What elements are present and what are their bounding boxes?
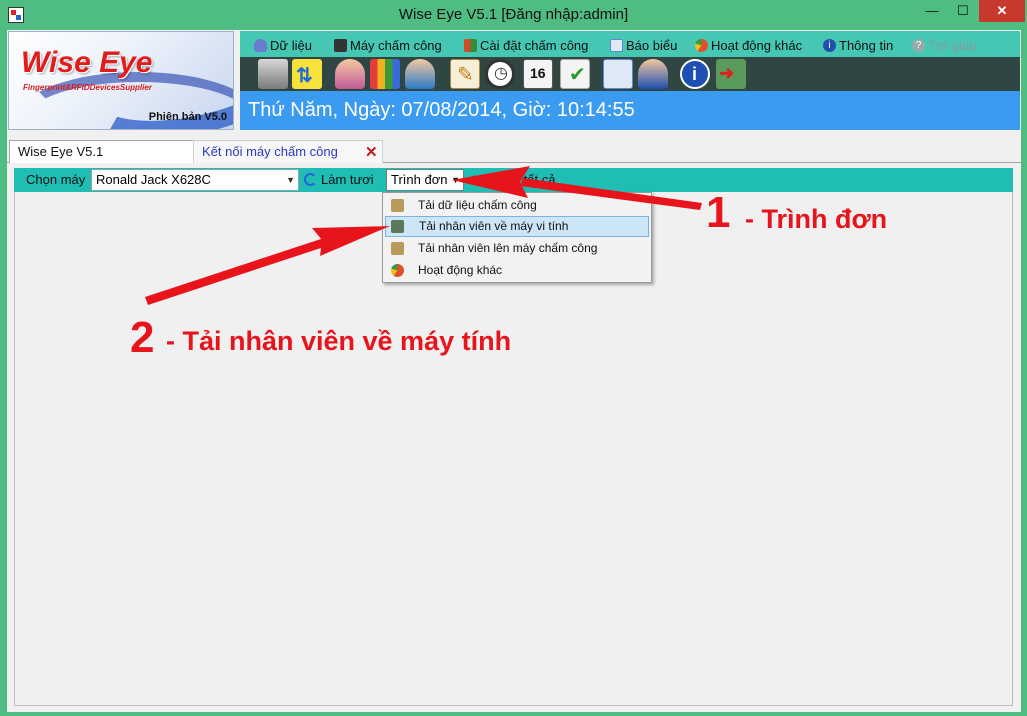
tab-close-icon[interactable]: ✕ [365, 143, 378, 161]
bar-chart-icon[interactable] [370, 59, 400, 89]
annotation-number-1: 1 [706, 188, 731, 237]
device-icon [334, 38, 347, 52]
employee-icon[interactable] [335, 59, 365, 89]
about-info-icon[interactable]: i [680, 59, 710, 89]
menu-dropdown-button[interactable]: Trình đơn ▼ [386, 169, 464, 191]
settings-grid-icon [464, 38, 477, 52]
menu-item-label: Hoạt động khác [418, 263, 503, 277]
calendar-icon[interactable]: 16 [523, 59, 553, 89]
maximize-button[interactable]: ☐ [948, 0, 978, 22]
connection-toolbar: Chọn máy Ronald Jack X628C ▼ Làm tươi Tr… [14, 168, 1013, 192]
machine-select-value: Ronald Jack X628C [96, 172, 211, 187]
choose-machine-label: Chọn máy [26, 172, 86, 187]
fingerprint-device-icon[interactable] [258, 59, 288, 89]
datetime-display: Thứ Năm, Ngày: 07/08/2014, Giờ: 10:14:55 [240, 91, 1020, 130]
menu-dropdown: Tải dữ liệu chấm công Tải nhân viên về m… [382, 192, 652, 283]
logo-tagline: Fingerprint&RFIDDevicesSupplier [23, 83, 152, 92]
menu-label: Hoạt động khác [711, 37, 803, 53]
box-download-icon [391, 199, 404, 212]
chevron-down-icon: ▼ [286, 175, 295, 185]
title-bar: Wise Eye V5.1 [Đăng nhập:admin] — ☐ ✕ [0, 0, 1027, 30]
pie-icon [391, 264, 404, 277]
database-icon [254, 38, 267, 52]
menu-item-label: Tải dữ liệu chấm công [418, 198, 537, 212]
refresh-icon[interactable] [304, 173, 317, 186]
menu-label: Máy chấm công [350, 37, 442, 53]
menu-item-upload-employees[interactable]: Tải nhân viên lên máy chấm công [385, 238, 649, 259]
info-icon: i [823, 38, 836, 52]
clock-icon[interactable]: ◷ [485, 59, 515, 89]
transfer-arrows-icon[interactable]: ⇅ [292, 59, 322, 89]
report-search-icon[interactable] [603, 59, 633, 89]
box-upload-icon [391, 242, 404, 255]
menu-item-download-employees[interactable]: Tải nhân viên về máy vi tính [385, 216, 649, 237]
tab-wise-eye[interactable]: Wise Eye V5.1 [9, 140, 194, 163]
logo-panel: Wise Eye Fingerprint&RFIDDevicesSupplier… [8, 31, 234, 130]
window-title: Wise Eye V5.1 [Đăng nhập:admin] [398, 6, 629, 23]
edit-note-icon[interactable]: ✎ [450, 59, 480, 89]
menu-may-cham-cong[interactable]: Máy chấm công [334, 36, 442, 54]
menu-label: Báo biểu [626, 37, 678, 53]
users-icon[interactable] [405, 59, 435, 89]
users-download-icon [391, 220, 404, 233]
menu-bar: Dữ liệu Máy chấm công Cài đặt chấm công … [240, 31, 1020, 57]
chevron-down-icon: ▼ [451, 175, 460, 185]
minimize-button[interactable]: — [917, 0, 947, 22]
checklist-icon[interactable]: ✔ [560, 59, 590, 89]
menu-item-label: Tải nhân viên về máy vi tính [419, 219, 569, 233]
tab-ket-noi[interactable]: Kết nối máy chấm công [193, 140, 383, 163]
tab-strip: Wise Eye V5.1 Kết nối máy chấm công ✕ [7, 138, 1021, 163]
user-info-icon[interactable] [638, 59, 668, 89]
menu-item-other-activities[interactable]: Hoạt động khác [385, 260, 649, 281]
client-area: Wise Eye Fingerprint&RFIDDevicesSupplier… [7, 30, 1021, 712]
version-label: Phiên bản V5.0 [148, 111, 227, 123]
menu-item-label: Tải nhân viên lên máy chấm công [418, 241, 598, 255]
machine-select[interactable]: Ronald Jack X628C ▼ [91, 169, 299, 191]
menu-tro-giup[interactable]: ? Trợ giúp [912, 36, 977, 54]
annotation-text-1: - Trình đơn [745, 204, 888, 234]
menu-label: Thông tin [839, 37, 894, 53]
menu-du-lieu[interactable]: Dữ liệu [254, 36, 312, 54]
report-icon [610, 38, 623, 52]
close-window-button[interactable]: ✕ [979, 0, 1025, 22]
menu-thong-tin[interactable]: i Thông tin [823, 36, 893, 54]
menu-label: Trợ giúp [928, 37, 977, 53]
logo-name: Wise Eye [21, 46, 153, 79]
menu-label: Dữ liệu [270, 37, 312, 53]
menu-hoat-dong-khac[interactable]: Hoạt động khác [695, 36, 802, 54]
menu-button-label: Trình đơn [391, 172, 448, 187]
annotation-text-2: - Tải nhân viên về máy tính [166, 326, 512, 356]
help-icon: ? [912, 38, 925, 52]
menu-label: Cài đặt chấm công [480, 37, 589, 53]
annotation-number-2: 2 [130, 313, 155, 362]
pie-icon [695, 38, 708, 52]
refresh-button[interactable]: Làm tươi [321, 172, 374, 187]
close-all-icon[interactable]: ✕ [472, 172, 483, 188]
close-all-button[interactable]: Đóng tất cả [489, 172, 556, 187]
exit-icon[interactable]: ➜ [716, 59, 746, 89]
menu-bao-bieu[interactable]: Báo biểu [610, 36, 677, 54]
menu-cai-dat-cham-cong[interactable]: Cài đặt chấm công [464, 36, 588, 54]
icon-toolbar: ⇅ ✎ ◷ 16 ✔ i ➜ [240, 57, 1020, 91]
menu-item-download-attendance[interactable]: Tải dữ liệu chấm công [385, 195, 649, 216]
